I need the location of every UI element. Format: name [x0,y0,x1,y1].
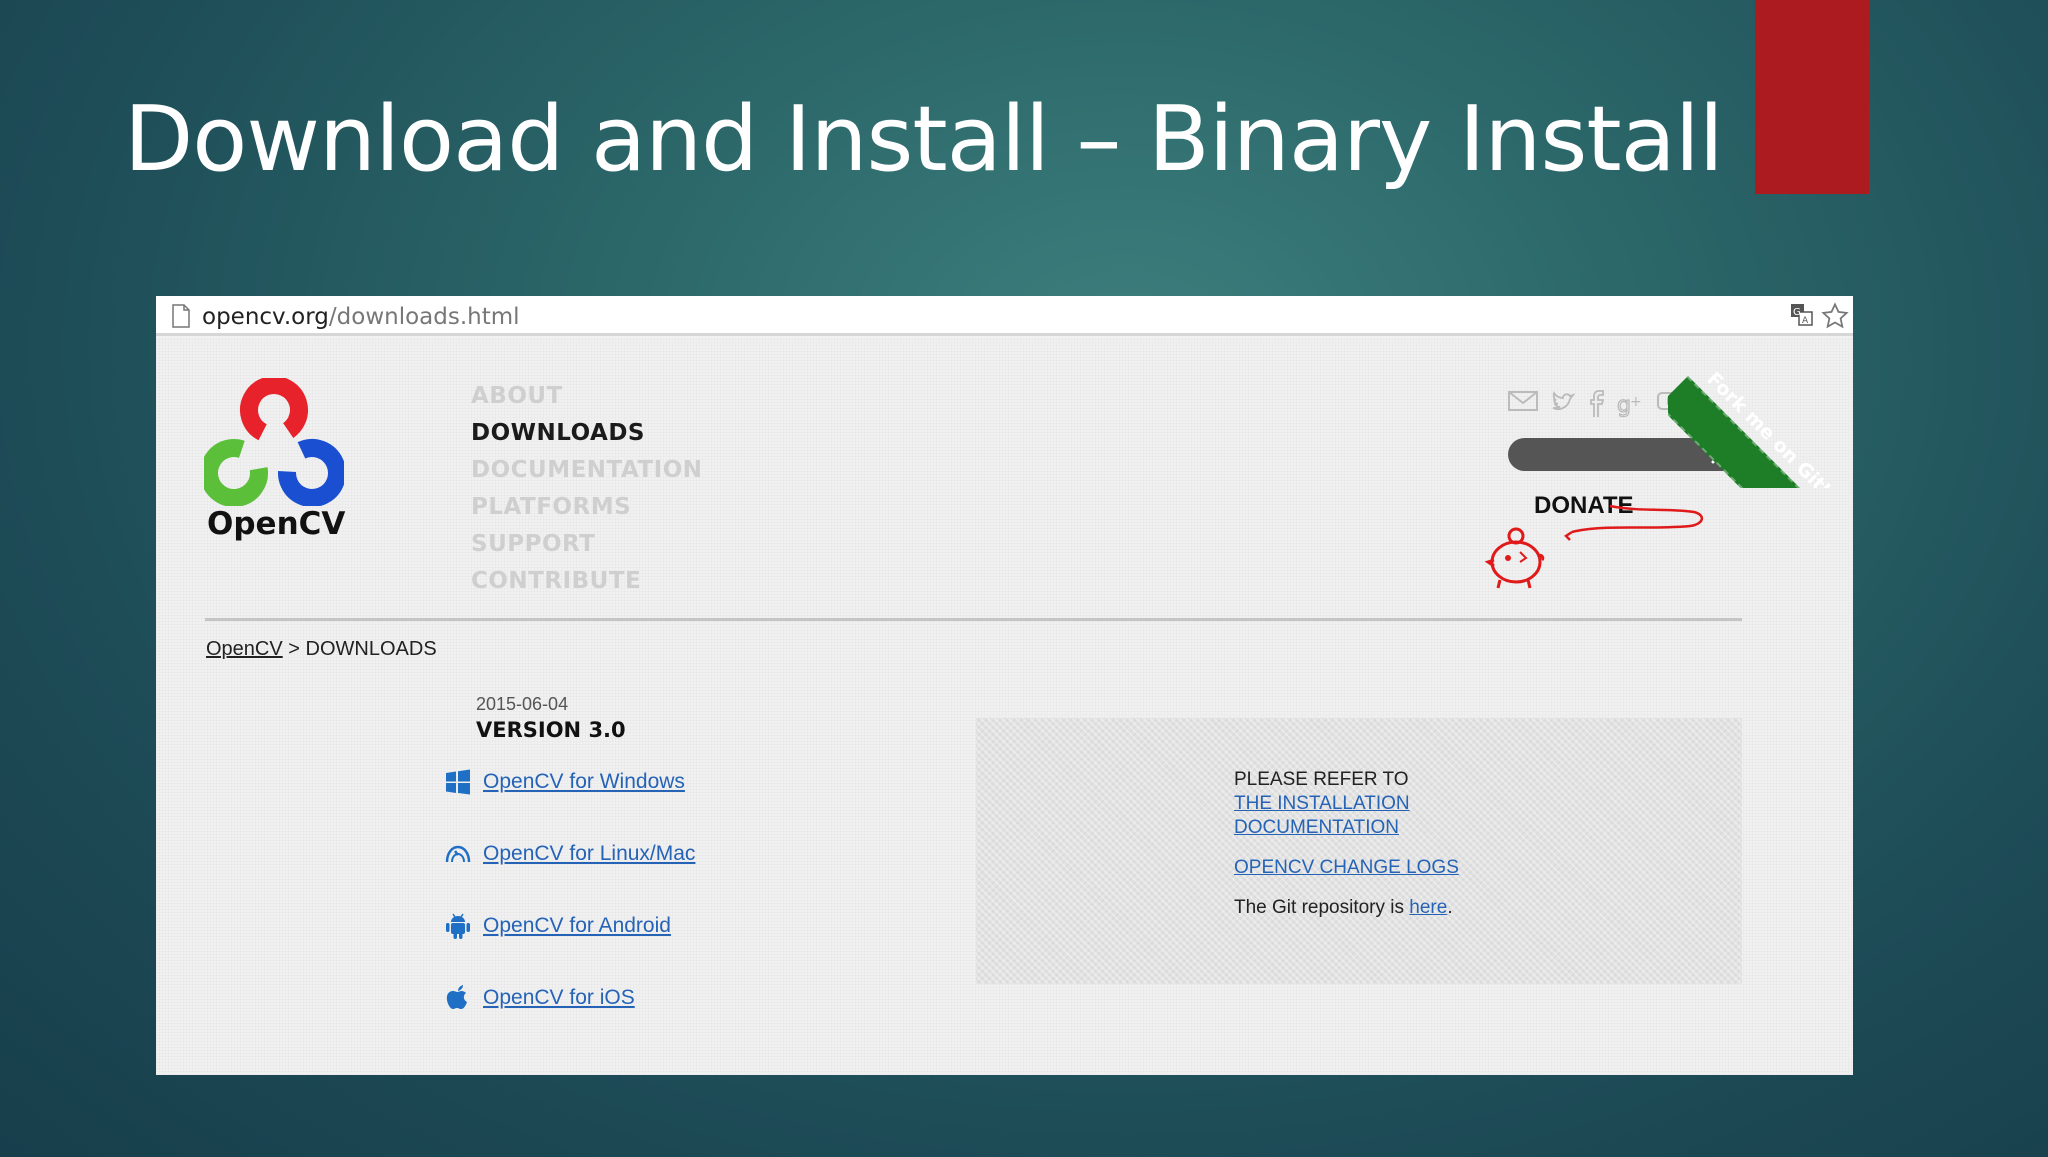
linux-mac-icon [442,838,474,870]
url-domain: opencv.org [202,304,329,330]
bookmark-star-icon[interactable] [1821,302,1849,335]
mail-icon[interactable] [1508,390,1538,423]
translate-icon[interactable]: GA [1790,303,1814,332]
git-line: The Git repository is here. [1234,896,1459,920]
info-panel: PLEASE REFER TO THE INSTALLATION DOCUMEN… [976,718,1742,984]
fork-ribbon[interactable]: Fork me on GitHub [1668,338,1853,488]
breadcrumb-home-link[interactable]: OpenCV [206,638,283,660]
piggy-bank-icon [1484,504,1703,589]
git-here-link[interactable]: here [1409,897,1447,918]
url-path: /downloads.html [328,304,520,330]
breadcrumb-separator: > [288,638,300,660]
nav-support[interactable]: SUPPORT [471,526,703,563]
svg-text:A: A [1802,316,1809,326]
page-icon [172,304,190,333]
social-links: g + [1508,390,1684,423]
google-plus-icon[interactable]: g + [1616,390,1644,423]
download-android-link[interactable]: OpenCV for Android [483,914,671,938]
slide-title: Download and Install – Binary Install [124,87,1724,192]
nav-documentation[interactable]: DOCUMENTATION [471,452,703,489]
download-item: OpenCV for Android [442,890,695,962]
release-date: 2015-06-04 [476,694,569,714]
facebook-icon[interactable] [1588,390,1605,423]
install-doc-link-line1[interactable]: THE INSTALLATION [1234,793,1410,814]
url-text[interactable]: opencv.org/downloads.html [202,304,520,330]
svg-text:+: + [1630,394,1642,410]
header-divider [205,618,1742,622]
browser-screenshot: opencv.org/downloads.html GA OpenCV ABOU… [156,296,1853,1075]
git-text: The Git repository is [1234,897,1404,918]
logo-text: OpenCV [207,506,346,542]
download-ios-link[interactable]: OpenCV for iOS [483,986,635,1010]
accent-bar [1755,0,1869,194]
download-list: OpenCV for Windows OpenCV for Linux/Mac … [442,746,695,1034]
changelog-link[interactable]: OPENCV CHANGE LOGS [1234,857,1459,878]
svg-text:g: g [1617,393,1631,418]
apple-icon [442,982,474,1014]
download-linux-mac-link[interactable]: OpenCV for Linux/Mac [483,842,695,866]
svg-text:G: G [1793,307,1801,318]
refer-text: PLEASE REFER TO [1234,769,1409,790]
windows-icon [442,766,474,798]
android-icon [442,910,474,942]
git-suffix: . [1447,897,1453,918]
nav-downloads[interactable]: DOWNLOADS [471,415,703,452]
info-body: PLEASE REFER TO THE INSTALLATION DOCUMEN… [1234,768,1459,920]
breadcrumb: OpenCV > DOWNLOADS [206,638,437,661]
download-item: OpenCV for iOS [442,962,695,1034]
main-nav: ABOUT DOWNLOADS DOCUMENTATION PLATFORMS … [471,378,703,600]
install-doc-link-line2[interactable]: DOCUMENTATION [1234,817,1399,838]
breadcrumb-current: DOWNLOADS [305,638,437,660]
download-item: OpenCV for Linux/Mac [442,818,695,890]
opencv-page: OpenCV ABOUT DOWNLOADS DOCUMENTATION PLA… [156,338,1853,1075]
twitter-icon[interactable] [1550,390,1576,423]
nav-about[interactable]: ABOUT [471,378,703,415]
download-item: OpenCV for Windows [442,746,695,818]
nav-platforms[interactable]: PLATFORMS [471,489,703,526]
nav-contribute[interactable]: CONTRIBUTE [471,563,703,600]
release-version: VERSION 3.0 [476,718,626,742]
address-bar[interactable]: opencv.org/downloads.html GA [156,296,1853,336]
opencv-logo[interactable] [204,378,344,506]
download-windows-link[interactable]: OpenCV for Windows [483,770,685,794]
